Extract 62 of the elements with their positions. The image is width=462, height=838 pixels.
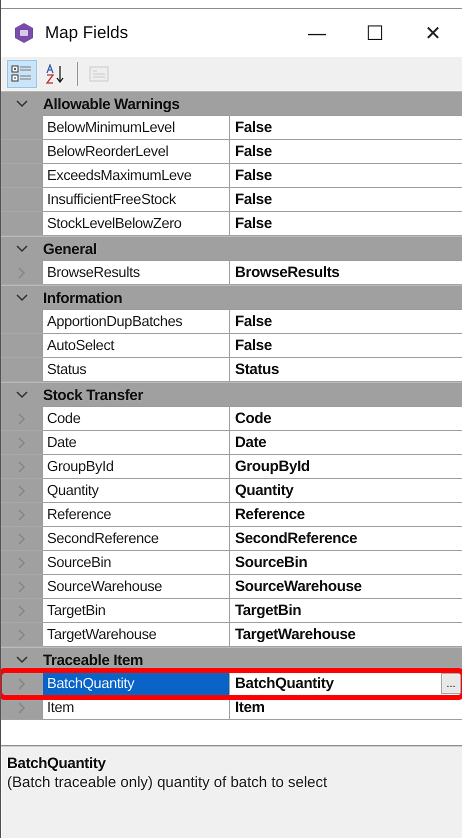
property-value[interactable]: Quantity <box>235 482 294 499</box>
category-title: Allowable Warnings <box>43 96 180 112</box>
property-value[interactable]: False <box>235 313 272 330</box>
help-description: (Batch traceable only) quantity of batch to select <box>7 774 328 791</box>
chevron-right-icon[interactable] <box>18 556 26 568</box>
chevron-right-icon[interactable] <box>18 460 26 472</box>
property-name[interactable]: Quantity <box>43 479 230 502</box>
close-button[interactable]: ✕ <box>404 13 462 53</box>
category-title: Traceable Item <box>43 652 144 668</box>
app-icon <box>13 22 35 44</box>
property-pages-icon <box>88 64 110 84</box>
property-value[interactable]: BatchQuantity <box>235 675 334 692</box>
chevron-right-icon[interactable] <box>18 702 26 714</box>
ellipsis-button[interactable]: ... <box>441 673 461 694</box>
property-name[interactable]: BrowseResults <box>43 261 230 284</box>
property-name[interactable]: StockLevelBelowZero <box>43 212 230 235</box>
category-title: Stock Transfer <box>43 386 144 404</box>
property-name[interactable]: BelowReorderLevel <box>43 140 230 163</box>
categorized-list-icon <box>11 64 33 84</box>
property-name[interactable]: Reference <box>43 503 230 526</box>
property-name[interactable]: BatchQuantity <box>43 672 230 695</box>
property-name[interactable]: SourceWarehouse <box>43 575 230 598</box>
minimize-button[interactable]: — <box>288 13 346 53</box>
chevron-right-icon[interactable] <box>18 412 26 424</box>
property-name[interactable]: Date <box>43 431 230 454</box>
help-title: BatchQuantity <box>7 755 107 772</box>
property-value[interactable]: False <box>235 337 272 354</box>
property-name[interactable]: TargetBin <box>43 599 230 622</box>
property-name[interactable]: Code <box>43 407 230 430</box>
property-value[interactable]: Status <box>235 361 280 378</box>
window-title: Map Fields <box>45 23 128 43</box>
property-name[interactable]: Status <box>43 358 230 381</box>
property-name[interactable]: ApportionDupBatches <box>43 310 230 333</box>
property-name[interactable]: BelowMinimumLevel <box>43 116 230 139</box>
chevron-right-icon[interactable] <box>18 266 26 278</box>
categorized-view-button[interactable] <box>7 60 37 88</box>
property-value[interactable]: False <box>235 215 272 232</box>
property-name[interactable]: SourceBin <box>43 551 230 574</box>
chevron-right-icon[interactable] <box>18 678 26 690</box>
property-value[interactable]: False <box>235 143 272 160</box>
chevron-right-icon[interactable] <box>18 484 26 496</box>
maximize-button[interactable]: ☐ <box>346 13 404 53</box>
chevron-right-icon[interactable] <box>18 628 26 640</box>
property-name[interactable]: InsufficientFreeStock <box>43 188 230 211</box>
property-name[interactable]: GroupById <box>43 455 230 478</box>
chevron-right-icon[interactable] <box>18 532 26 544</box>
property-name[interactable]: SecondReference <box>43 527 230 550</box>
property-value[interactable]: Item <box>235 699 265 716</box>
property-value[interactable]: False <box>235 167 272 184</box>
category-title: General <box>43 240 97 258</box>
chevron-right-icon[interactable] <box>18 604 26 616</box>
chevron-right-icon[interactable] <box>18 436 26 448</box>
category-title: Information <box>43 290 122 306</box>
property-value[interactable]: Date <box>235 434 266 451</box>
property-name[interactable]: AutoSelect <box>43 334 230 357</box>
chevron-right-icon[interactable] <box>18 580 26 592</box>
property-value[interactable]: False <box>235 119 272 136</box>
chevron-right-icon[interactable] <box>18 508 26 520</box>
property-name[interactable]: ExceedsMaximumLeve <box>43 164 230 187</box>
property-value[interactable]: Code <box>235 410 272 427</box>
property-name[interactable]: TargetWarehouse <box>43 623 230 646</box>
property-value[interactable]: False <box>235 191 272 208</box>
